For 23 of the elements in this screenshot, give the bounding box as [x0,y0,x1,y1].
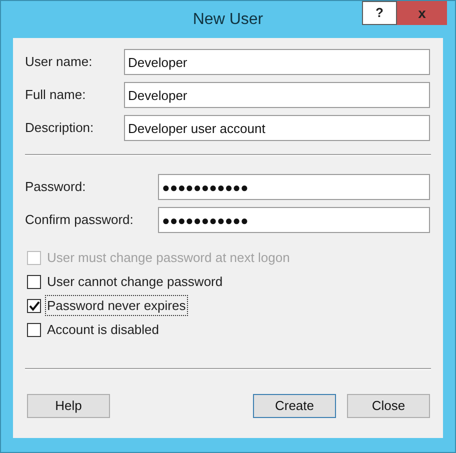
help-button[interactable]: ? [362,1,397,25]
checkbox-label[interactable]: User cannot change password [45,270,225,292]
text-field[interactable]: Developer [124,49,430,75]
checkbox[interactable] [27,322,41,336]
dialog-button[interactable]: Create [253,394,336,418]
text-field[interactable]: ●●●●●●●●●●● [158,174,430,200]
checkbox[interactable] [27,298,41,312]
checkbox-label[interactable]: Account is disabled [45,318,162,340]
field-label: Description: [25,119,95,138]
field-label: User name: [25,53,94,72]
dialog-button[interactable]: Close [347,394,430,418]
text-field[interactable]: Developer user account [124,115,430,141]
window-close-button[interactable]: x [397,1,447,25]
text-field[interactable]: ●●●●●●●●●●● [158,207,430,233]
dialog-button[interactable]: Help [27,394,110,418]
checkbox-label[interactable]: Password never expires [45,294,188,316]
field-label: Full name: [25,86,87,104]
checkbox[interactable] [27,274,41,288]
field-label: Password: [25,178,87,196]
checkmark-icon [28,300,40,310]
field-label: Confirm password: [25,211,134,230]
window-title: New User [192,10,264,30]
text-field[interactable]: Developer [124,82,430,108]
